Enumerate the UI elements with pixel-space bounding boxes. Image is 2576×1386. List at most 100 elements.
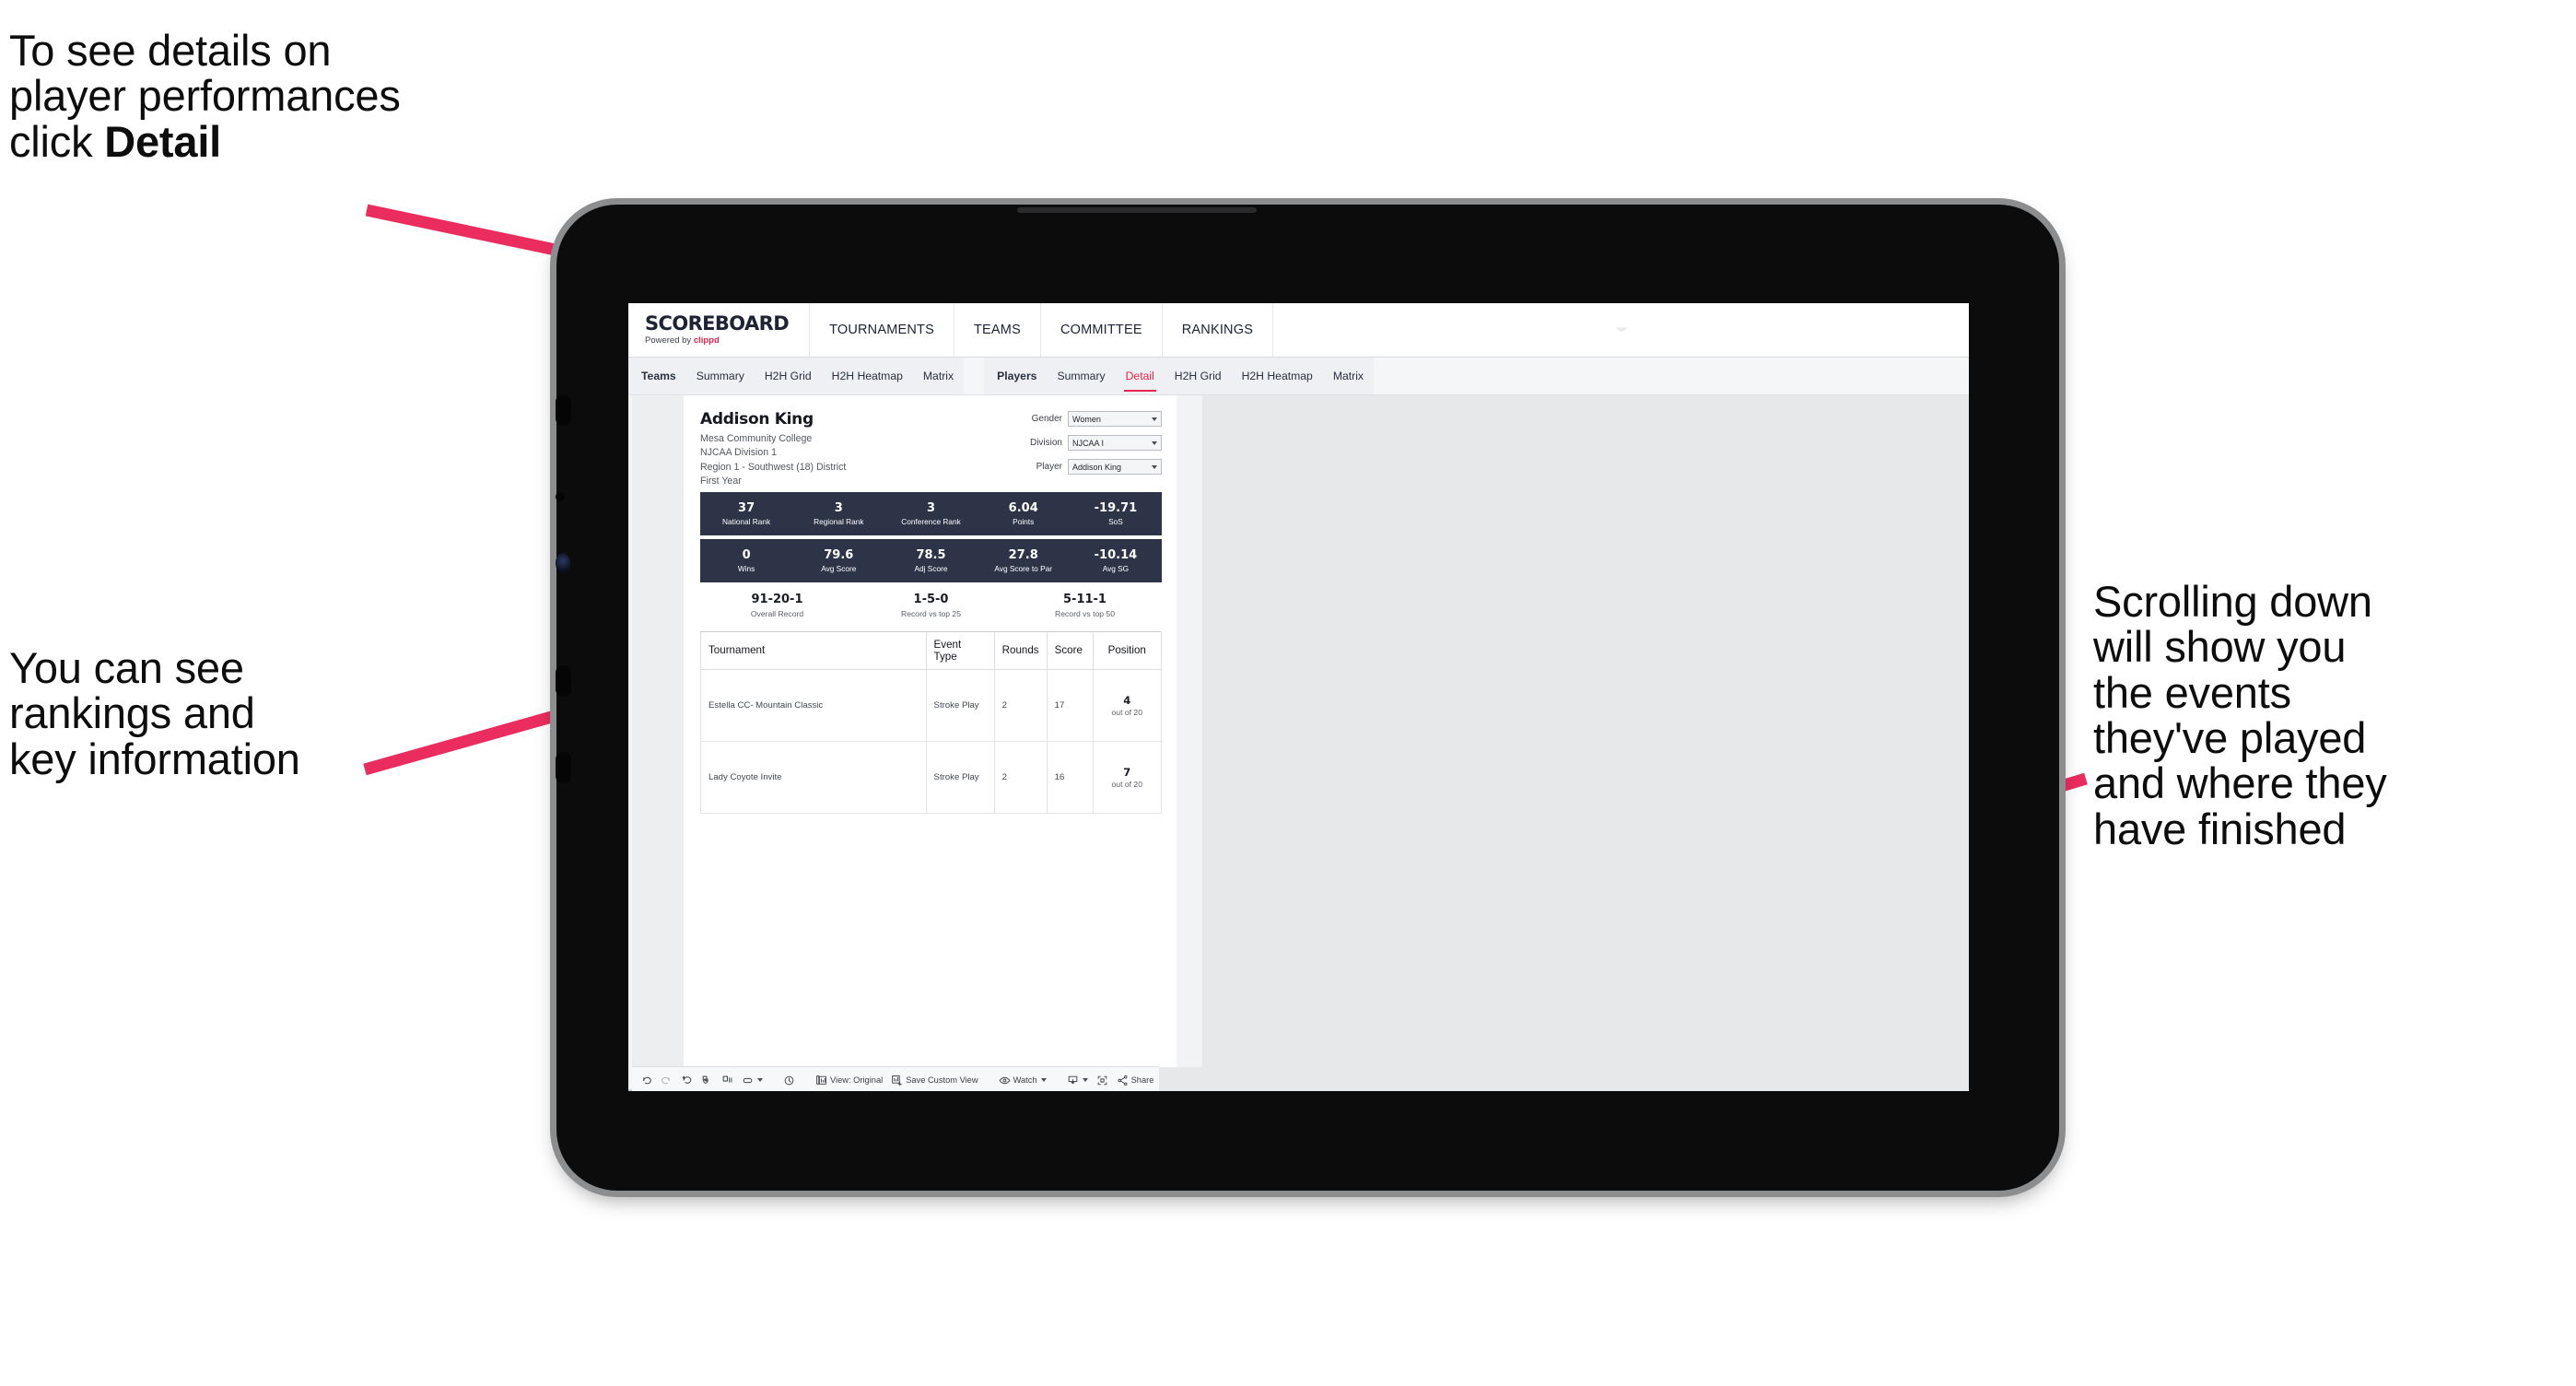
cell-rounds: 2 [993, 740, 1048, 814]
chevron-down-icon [1152, 464, 1157, 469]
tablet-device-frame: SCOREBOARD Powered by clippd TOURNAMENTS… [556, 205, 2059, 1191]
view-original-icon [815, 1075, 827, 1086]
player-label: Player [1036, 462, 1062, 472]
stat-wins: 0 Wins [700, 548, 792, 574]
player-selector-row: Player Addison King [1030, 459, 1162, 475]
record-value: 5-11-1 [1063, 593, 1107, 607]
subnav-players-summary[interactable]: Summary [1047, 358, 1115, 394]
tablet-side-button-2 [556, 665, 571, 697]
callout-click-detail: To see details on player performances cl… [9, 28, 617, 164]
stat-national-rank: 37 National Rank [700, 500, 792, 526]
subnav-players-matrix[interactable]: Matrix [1323, 358, 1374, 394]
stat-label: Points [1013, 517, 1035, 527]
col-header-rounds[interactable]: Rounds [993, 630, 1048, 670]
pause-button[interactable] [719, 1075, 736, 1086]
save-custom-view-button[interactable]: Save Custom View [888, 1075, 980, 1086]
tablet-microphone [556, 492, 565, 501]
pause-icon [721, 1075, 733, 1086]
position-out-of: out of 20 [1111, 779, 1142, 789]
stat-label: Wins [737, 564, 755, 574]
topnav-teams[interactable]: TEAMS [954, 303, 1041, 357]
filter-selectors: Gender Women Division NJCAA I Player Add… [1030, 410, 1162, 488]
topnav-tournaments[interactable]: TOURNAMENTS [810, 303, 954, 357]
topnav-rankings[interactable]: RANKINGS [1163, 303, 1274, 357]
cell-tournament: Lady Coyote Invite [700, 740, 927, 814]
undo-button[interactable] [638, 1075, 655, 1086]
cell-event-type: Stroke Play [925, 668, 995, 742]
gender-selector-row: Gender Women [1030, 411, 1162, 427]
redo-button[interactable] [658, 1075, 675, 1086]
download-button[interactable] [1064, 1075, 1091, 1086]
stat-label: Avg Score to Par [994, 564, 1052, 574]
subnav-players-h2h-grid[interactable]: H2H Grid [1165, 358, 1232, 394]
subnav-players-h2h-heatmap[interactable]: H2H Heatmap [1232, 358, 1323, 394]
stat-label: Avg SG [1102, 564, 1130, 574]
division-select[interactable]: NJCAA I [1068, 435, 1162, 451]
clock-button[interactable] [780, 1075, 798, 1086]
player-year: First Year [700, 476, 742, 487]
callout-scroll-events: Scrolling down will show you the events … [2093, 577, 2387, 853]
gender-value: Women [1072, 414, 1101, 424]
fullscreen-button[interactable] [1094, 1075, 1111, 1086]
save-custom-view-icon [891, 1075, 903, 1086]
refresh-button[interactable] [698, 1075, 716, 1086]
dropdown-caret-icon[interactable] [1082, 1078, 1088, 1082]
share-label: Share [1130, 1075, 1154, 1085]
table-header-row: Tournament Event Type Rounds Score Posit… [700, 630, 1163, 670]
view-original-button[interactable]: View: Original [813, 1075, 885, 1086]
share-icon [1117, 1075, 1129, 1086]
subnav-players-detail[interactable]: Detail [1116, 358, 1165, 394]
share-button[interactable]: Share [1114, 1075, 1157, 1086]
subnav-teams-h2h-grid[interactable]: H2H Grid [755, 358, 822, 394]
toolbar-background-fill [1148, 1067, 1969, 1091]
col-header-position[interactable]: Position [1092, 630, 1163, 670]
col-header-score[interactable]: Score [1046, 630, 1094, 670]
brand-logo[interactable]: SCOREBOARD Powered by clippd [628, 303, 811, 357]
callout-click-detail-bold: Detail [104, 116, 222, 166]
position-out-of: out of 20 [1111, 707, 1142, 717]
player-division: NJCAA Division 1 [700, 447, 778, 459]
cell-score: 16 [1046, 740, 1094, 814]
topnav-spacer [1273, 303, 1969, 357]
subnav-bar: Teams Summary H2H Grid H2H Heatmap Matri… [628, 358, 1969, 395]
stat-value: 6.04 [1008, 500, 1038, 515]
subnav-teams-matrix[interactable]: Matrix [913, 358, 964, 394]
subnav-teams-summary[interactable]: Summary [686, 358, 755, 394]
player-college: Mesa Community College [700, 433, 813, 444]
stat-regional-rank: 3 Regional Rank [792, 501, 884, 527]
undo-icon [640, 1075, 652, 1086]
loop-button[interactable] [739, 1075, 766, 1086]
revert-button[interactable] [678, 1075, 696, 1086]
clock-icon [783, 1075, 795, 1086]
tablet-screen: SCOREBOARD Powered by clippd TOURNAMENTS… [628, 303, 1969, 1091]
stat-label: Regional Rank [814, 517, 864, 527]
stat-value: 79.6 [824, 547, 854, 562]
stat-label: Adj Score [914, 564, 948, 574]
gender-select[interactable]: Women [1068, 411, 1162, 427]
watch-label: Watch [1013, 1075, 1037, 1085]
col-header-tournament[interactable]: Tournament [700, 630, 927, 670]
table-row[interactable]: Lady Coyote Invite Stroke Play 2 16 7 ou… [700, 740, 1163, 814]
stats-row-rankings: 37 National Rank 3 Regional Rank 3 Confe… [700, 492, 1162, 536]
tournament-results-table: Tournament Event Type Rounds Score Posit… [700, 630, 1163, 814]
eye-icon [999, 1075, 1011, 1086]
stat-value: 37 [738, 500, 755, 515]
subnav-teams-h2h-heatmap[interactable]: H2H Heatmap [822, 358, 913, 394]
gender-label: Gender [1031, 414, 1062, 424]
watch-button[interactable]: Watch [996, 1075, 1049, 1086]
player-select[interactable]: Addison King [1068, 459, 1162, 475]
col-header-event-type[interactable]: Event Type [925, 630, 995, 670]
stat-value: 78.5 [916, 547, 946, 562]
table-row[interactable]: Estella CC- Mountain Classic Stroke Play… [700, 668, 1163, 742]
record-label: Record vs top 25 [901, 608, 961, 618]
division-value: NJCAA I [1072, 438, 1105, 448]
topnav-committee[interactable]: COMMITTEE [1041, 303, 1163, 357]
dropdown-caret-icon[interactable] [757, 1078, 763, 1082]
stat-value: 3 [926, 500, 936, 515]
stat-sos: -19.71 SoS [1070, 500, 1162, 526]
dropdown-caret-icon[interactable] [1040, 1078, 1047, 1082]
tablet-side-button-1 [556, 394, 571, 426]
brand-powered-prefix: Powered by [645, 335, 694, 346]
stat-value: -19.71 [1094, 500, 1138, 515]
position-number: 7 [1123, 765, 1131, 779]
